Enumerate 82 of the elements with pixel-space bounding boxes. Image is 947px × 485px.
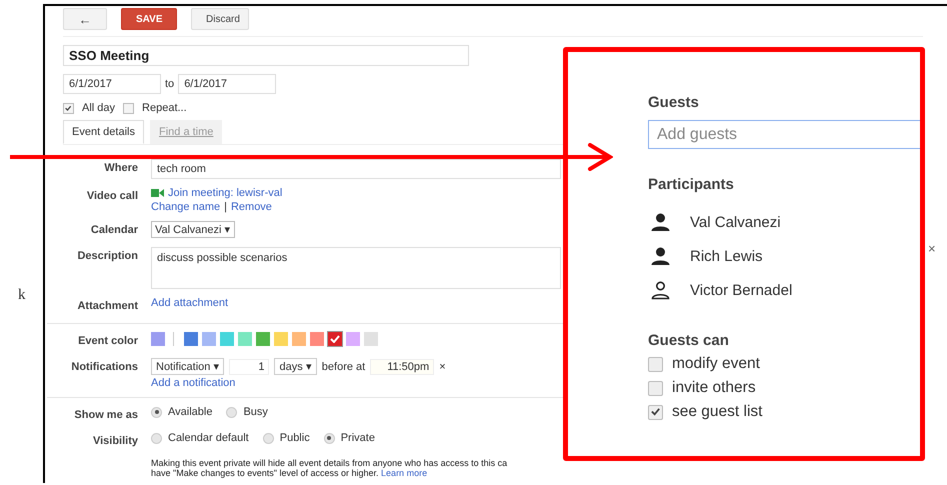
- section-title: Guests: [648, 94, 700, 111]
- title-field[interactable]: SSO Meeting: [63, 45, 469, 66]
- checkbox[interactable]: [648, 404, 663, 420]
- add-notification-link[interactable]: Add a notification: [151, 377, 236, 389]
- radio-button[interactable]: [226, 406, 238, 418]
- field-label: Where: [103, 161, 138, 176]
- fragment-text: k: [18, 287, 26, 304]
- field-label: Notifications: [70, 360, 138, 375]
- person-icon: [650, 281, 671, 300]
- checkbox-label: modify event: [672, 355, 760, 373]
- field-label: Description: [76, 249, 138, 264]
- privacy-note: Making this event private will hide all event details from anyone who has access to this ca have "Make changes to events" level of access or higher. Learn more: [151, 458, 508, 478]
- checkbox-label: Repeat...: [142, 102, 187, 114]
- field-label: Video call: [86, 189, 138, 204]
- amount-field[interactable]: 1: [229, 358, 270, 374]
- add-attachment-link[interactable]: Add attachment: [151, 297, 228, 309]
- check-icon: [330, 335, 340, 343]
- color-swatch[interactable]: [292, 332, 306, 346]
- color-swatch[interactable]: [184, 332, 198, 346]
- checkbox[interactable]: [63, 102, 74, 114]
- separator: |: [224, 201, 227, 213]
- where-field[interactable]: tech room: [151, 159, 561, 179]
- section-title: Participants: [648, 176, 735, 193]
- radio-button[interactable]: [151, 432, 162, 444]
- discard-button[interactable]: Discard: [191, 8, 249, 30]
- field-label: Visibility: [92, 434, 138, 449]
- checkbox-label: see guest list: [672, 403, 762, 421]
- participant-name: Rich Lewis: [690, 248, 763, 265]
- field-label: Event color: [77, 334, 138, 349]
- change-name-link[interactable]: Change name: [151, 201, 220, 213]
- color-swatch[interactable]: [202, 332, 216, 346]
- before-label: before at: [322, 360, 366, 372]
- checkbox[interactable]: [648, 380, 663, 396]
- remove-icon[interactable]: ×: [928, 241, 936, 256]
- tab[interactable]: Event details: [63, 120, 144, 144]
- color-swatch[interactable]: [274, 332, 288, 346]
- start-date-field[interactable]: 6/1/2017: [63, 74, 161, 94]
- checkbox[interactable]: [648, 356, 663, 372]
- check-icon: [650, 407, 660, 417]
- color-swatch[interactable]: [238, 332, 252, 346]
- add-guests-field[interactable]: Add guests: [648, 120, 920, 149]
- color-swatch[interactable]: [220, 332, 234, 346]
- color-swatch[interactable]: [256, 332, 270, 346]
- field-label: Calendar: [90, 223, 138, 238]
- radio-button[interactable]: [151, 406, 162, 418]
- time-field[interactable]: 11:50pm: [370, 358, 434, 374]
- checkbox-label: All day: [82, 102, 116, 114]
- participant-name: Val Calvanezi: [690, 214, 781, 231]
- checkbox-label: invite others: [672, 379, 756, 397]
- remove-notification-icon[interactable]: ×: [439, 360, 446, 372]
- person-icon: [650, 247, 671, 266]
- end-date-field[interactable]: 6/1/2017: [178, 74, 276, 94]
- notification-method-dropdown[interactable]: Notification ▾: [151, 358, 224, 375]
- color-swatch[interactable]: [328, 332, 342, 346]
- radio-button[interactable]: [262, 432, 274, 444]
- description-field[interactable]: discuss possible scenarios: [151, 247, 561, 289]
- radio-button[interactable]: [324, 432, 335, 444]
- section-title: Guests can: [648, 332, 730, 349]
- color-swatch[interactable]: [346, 332, 360, 346]
- color-swatch[interactable]: [364, 332, 378, 346]
- color-swatch[interactable]: [310, 332, 324, 346]
- learn-more-link[interactable]: Learn more: [381, 468, 428, 478]
- check-icon: [65, 104, 72, 112]
- video-camera-icon: [151, 189, 164, 197]
- calendar-dropdown[interactable]: Val Calvanezi ▾: [151, 221, 234, 238]
- save-button[interactable]: SAVE: [121, 8, 177, 30]
- radio-label: Available: [168, 406, 212, 418]
- radio-label: Calendar default: [168, 432, 249, 444]
- checkbox[interactable]: [123, 102, 134, 114]
- remove-link[interactable]: Remove: [230, 201, 272, 213]
- unit-dropdown[interactable]: days ▾: [274, 358, 317, 375]
- field-label: Show me as: [73, 408, 138, 423]
- field-label: Attachment: [76, 299, 138, 314]
- join-meeting-link[interactable]: Join meeting: lewisr-val: [168, 187, 282, 199]
- participant-name: Victor Bernadel: [690, 282, 792, 299]
- radio-label: Private: [340, 432, 375, 444]
- to-label: to: [165, 78, 174, 90]
- person-icon: [650, 213, 671, 232]
- color-swatch[interactable]: [151, 332, 165, 346]
- radio-label: Public: [280, 432, 310, 444]
- back-button[interactable]: ←: [63, 8, 107, 30]
- radio-label: Busy: [243, 406, 268, 418]
